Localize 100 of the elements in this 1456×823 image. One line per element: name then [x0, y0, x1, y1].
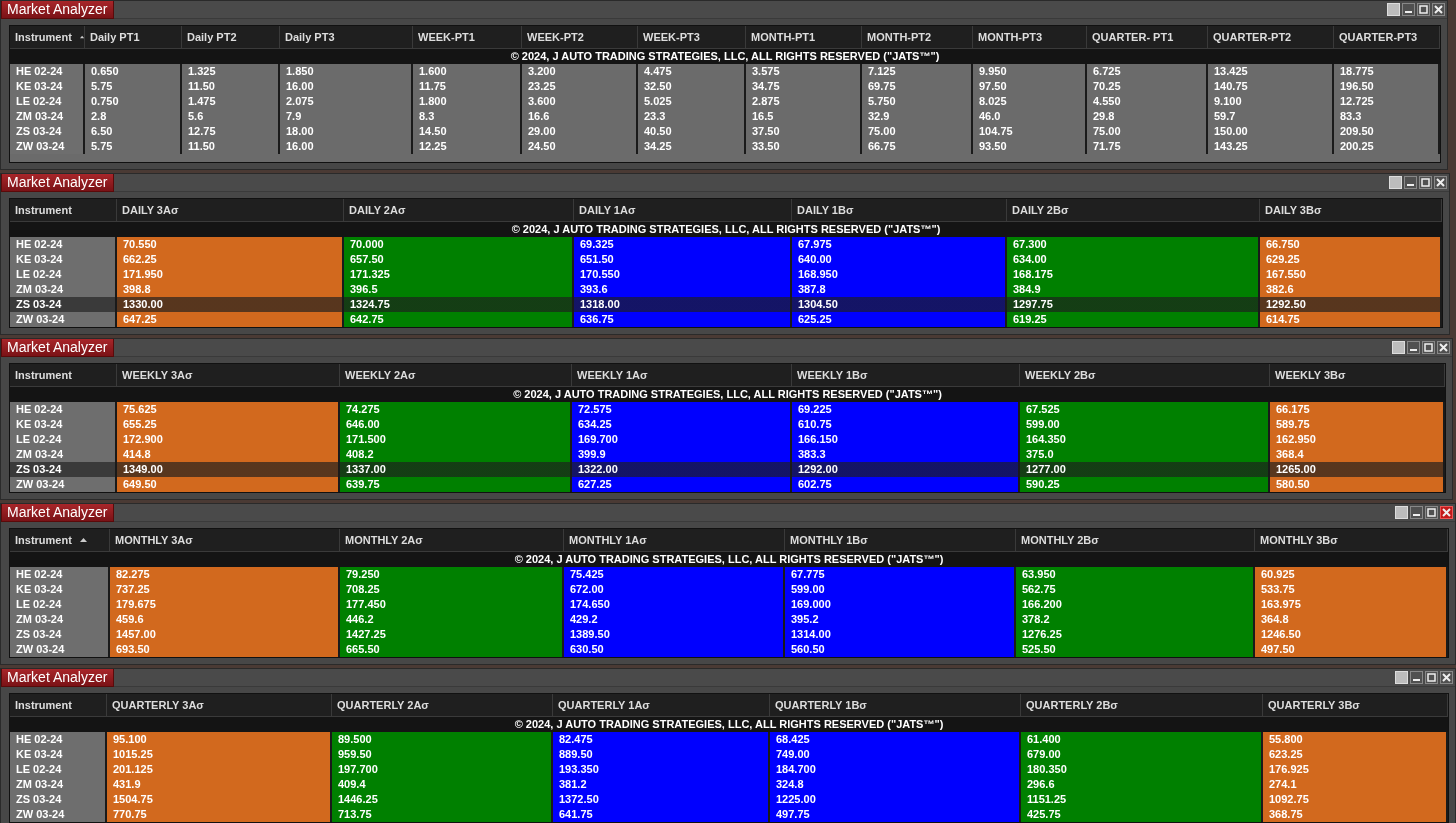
column-header[interactable]: QUARTERLY 1Bσ — [770, 694, 1021, 717]
column-header[interactable]: QUARTERLY 1Aσ — [553, 694, 770, 717]
table-row[interactable]: KE 03-24 655.25 646.00 634.25 610.75 599.00 589.75 — [10, 417, 1445, 432]
column-header[interactable]: MONTHLY 2Bσ — [1016, 529, 1255, 552]
table-cell: 75.00 — [1087, 124, 1208, 139]
maximize-button[interactable] — [1417, 3, 1430, 16]
close-button[interactable] — [1437, 341, 1450, 354]
column-header[interactable]: MONTH-PT2 — [862, 26, 973, 49]
table-cell: 75.00 — [862, 124, 973, 139]
close-button[interactable] — [1432, 3, 1445, 16]
column-header[interactable]: DAILY 1Bσ — [792, 199, 1007, 222]
table-cell: 399.9 — [572, 447, 792, 462]
table-row[interactable]: HE 02-24 0.650 1.325 1.850 1.600 3.200 4.475 3.575 7.125 9.950 6.725 13.425 18.775 — [10, 64, 1440, 79]
table-cell: 171.325 — [344, 267, 574, 282]
maximize-button[interactable] — [1425, 671, 1438, 684]
table-row[interactable]: ZW 03-24 647.25 642.75 636.75 625.25 619.25 614.75 — [10, 312, 1442, 327]
table-row[interactable]: ZS 03-24 1457.00 1427.25 1389.50 1314.00 1276.25 1246.50 — [10, 627, 1448, 642]
table-row[interactable]: ZW 03-24 649.50 639.75 627.25 602.75 590.25 580.50 — [10, 477, 1445, 492]
column-header[interactable]: MONTHLY 1Aσ — [564, 529, 785, 552]
close-button[interactable] — [1440, 506, 1453, 519]
close-button[interactable] — [1434, 176, 1447, 189]
table-row[interactable]: KE 03-24 1015.25 959.50 889.50 749.00 679.00 623.25 — [10, 747, 1448, 762]
maximize-button[interactable] — [1422, 341, 1435, 354]
close-button[interactable] — [1440, 671, 1453, 684]
maximize-button[interactable] — [1419, 176, 1432, 189]
table-row[interactable]: KE 03-24 5.75 11.50 16.00 11.75 23.25 32.50 34.75 69.75 97.50 70.25 140.75 196.50 — [10, 79, 1440, 94]
column-header[interactable]: WEEKLY 1Aσ — [572, 364, 792, 387]
table-row[interactable]: ZW 03-24 5.75 11.50 16.00 12.25 24.50 34.25 33.50 66.75 93.50 71.75 143.25 200.25 — [10, 139, 1440, 154]
table-row[interactable]: LE 02-24 201.125 197.700 193.350 184.700 180.350 176.925 — [10, 762, 1448, 777]
column-header[interactable]: MONTHLY 3Aσ — [110, 529, 340, 552]
column-header[interactable]: MONTHLY 1Bσ — [785, 529, 1016, 552]
column-header[interactable]: WEEKLY 3Aσ — [117, 364, 340, 387]
table-row[interactable]: HE 02-24 75.625 74.275 72.575 69.225 67.525 66.175 — [10, 402, 1445, 417]
column-header[interactable]: MONTH-PT3 — [973, 26, 1087, 49]
column-header[interactable]: Instrument — [10, 199, 117, 222]
column-header[interactable]: Daily PT2 — [182, 26, 280, 49]
table-row[interactable]: ZS 03-24 1504.75 1446.25 1372.50 1225.00 1151.25 1092.75 — [10, 792, 1448, 807]
table-row[interactable]: LE 02-24 171.950 171.325 170.550 168.950 168.175 167.550 — [10, 267, 1442, 282]
column-header[interactable]: QUARTERLY 2Bσ — [1021, 694, 1263, 717]
instrument-cell: HE 02-24 — [10, 402, 117, 417]
column-header[interactable]: DAILY 2Bσ — [1007, 199, 1260, 222]
column-header[interactable]: MONTH-PT1 — [746, 26, 862, 49]
table-row[interactable]: ZM 03-24 431.9 409.4 381.2 324.8 296.6 274.1 — [10, 777, 1448, 792]
column-header[interactable]: WEEKLY 1Bσ — [792, 364, 1020, 387]
table-cell: 1372.50 — [553, 792, 770, 807]
column-header[interactable]: QUARTER- PT1 — [1087, 26, 1208, 49]
table-row[interactable]: ZS 03-24 1349.00 1337.00 1322.00 1292.00 1277.00 1265.00 — [10, 462, 1445, 477]
column-header[interactable]: WEEKLY 3Bσ — [1270, 364, 1445, 387]
table-cell: 625.25 — [792, 312, 1007, 327]
table-row[interactable]: KE 03-24 662.25 657.50 651.50 640.00 634.00 629.25 — [10, 252, 1442, 267]
table-cell: 70.000 — [344, 237, 574, 252]
table-row[interactable]: LE 02-24 179.675 177.450 174.650 169.000 166.200 163.975 — [10, 597, 1448, 612]
minimize-button[interactable] — [1410, 506, 1423, 519]
table-row[interactable]: HE 02-24 70.550 70.000 69.325 67.975 67.300 66.750 — [10, 237, 1442, 252]
table-cell: 3.200 — [522, 64, 638, 79]
table-row[interactable]: ZS 03-24 6.50 12.75 18.00 14.50 29.00 40.50 37.50 75.00 104.75 75.00 150.00 209.50 — [10, 124, 1440, 139]
column-header[interactable]: WEEK-PT3 — [638, 26, 746, 49]
column-header[interactable]: MONTHLY 2Aσ — [340, 529, 564, 552]
column-header[interactable]: DAILY 3Bσ — [1260, 199, 1442, 222]
column-header[interactable]: WEEKLY 2Bσ — [1020, 364, 1270, 387]
table-cell: 37.50 — [746, 124, 862, 139]
column-header[interactable]: QUARTERLY 3Bσ — [1263, 694, 1448, 717]
column-header[interactable]: QUARTER-PT3 — [1334, 26, 1440, 49]
minimize-button[interactable] — [1402, 3, 1415, 16]
column-header[interactable]: Daily PT3 — [280, 26, 413, 49]
table-cell: 497.50 — [1255, 642, 1448, 657]
table-row[interactable]: LE 02-24 172.900 171.500 169.700 166.150 164.350 162.950 — [10, 432, 1445, 447]
column-header[interactable]: QUARTER-PT2 — [1208, 26, 1334, 49]
column-header[interactable]: DAILY 1Aσ — [574, 199, 792, 222]
column-header[interactable]: WEEKLY 2Aσ — [340, 364, 572, 387]
column-header[interactable]: DAILY 2Aσ — [344, 199, 574, 222]
table-cell: 174.650 — [564, 597, 785, 612]
minimize-button[interactable] — [1407, 341, 1420, 354]
column-header[interactable]: QUARTERLY 2Aσ — [332, 694, 553, 717]
table-row[interactable]: ZM 03-24 2.8 5.6 7.9 8.3 16.6 23.3 16.5 32.9 46.0 29.8 59.7 83.3 — [10, 109, 1440, 124]
table-row[interactable]: HE 02-24 95.100 89.500 82.475 68.425 61.400 55.800 — [10, 732, 1448, 747]
minimize-button[interactable] — [1404, 176, 1417, 189]
maximize-button[interactable] — [1425, 506, 1438, 519]
column-header[interactable]: DAILY 3Aσ — [117, 199, 344, 222]
minimize-button[interactable] — [1410, 671, 1423, 684]
column-header[interactable]: Instrument — [10, 26, 85, 49]
table-row[interactable]: ZS 03-24 1330.00 1324.75 1318.00 1304.50 1297.75 1292.50 — [10, 297, 1442, 312]
table-cell: 1389.50 — [564, 627, 785, 642]
table-row[interactable]: ZW 03-24 693.50 665.50 630.50 560.50 525.50 497.50 — [10, 642, 1448, 657]
table-row[interactable]: KE 03-24 737.25 708.25 672.00 599.00 562.75 533.75 — [10, 582, 1448, 597]
table-row[interactable]: ZM 03-24 414.8 408.2 399.9 383.3 375.0 368.4 — [10, 447, 1445, 462]
column-header[interactable]: Daily PT1 — [85, 26, 182, 49]
column-header[interactable]: WEEK-PT1 — [413, 26, 522, 49]
column-header[interactable]: WEEK-PT2 — [522, 26, 638, 49]
column-header[interactable]: Instrument — [10, 694, 107, 717]
column-header[interactable]: Instrument — [10, 364, 117, 387]
table-row[interactable]: ZW 03-24 770.75 713.75 641.75 497.75 425.75 368.75 — [10, 807, 1448, 822]
column-header[interactable]: MONTHLY 3Bσ — [1255, 529, 1448, 552]
table-row[interactable]: LE 02-24 0.750 1.475 2.075 1.800 3.600 5.025 2.875 5.750 8.025 4.550 9.100 12.725 — [10, 94, 1440, 109]
table-row[interactable]: ZM 03-24 459.6 446.2 429.2 395.2 378.2 364.8 — [10, 612, 1448, 627]
table-cell: 193.350 — [553, 762, 770, 777]
table-row[interactable]: HE 02-24 82.275 79.250 75.425 67.775 63.950 60.925 — [10, 567, 1448, 582]
column-header[interactable]: QUARTERLY 3Aσ — [107, 694, 332, 717]
table-row[interactable]: ZM 03-24 398.8 396.5 393.6 387.8 384.9 382.6 — [10, 282, 1442, 297]
column-header[interactable]: Instrument — [10, 529, 110, 552]
